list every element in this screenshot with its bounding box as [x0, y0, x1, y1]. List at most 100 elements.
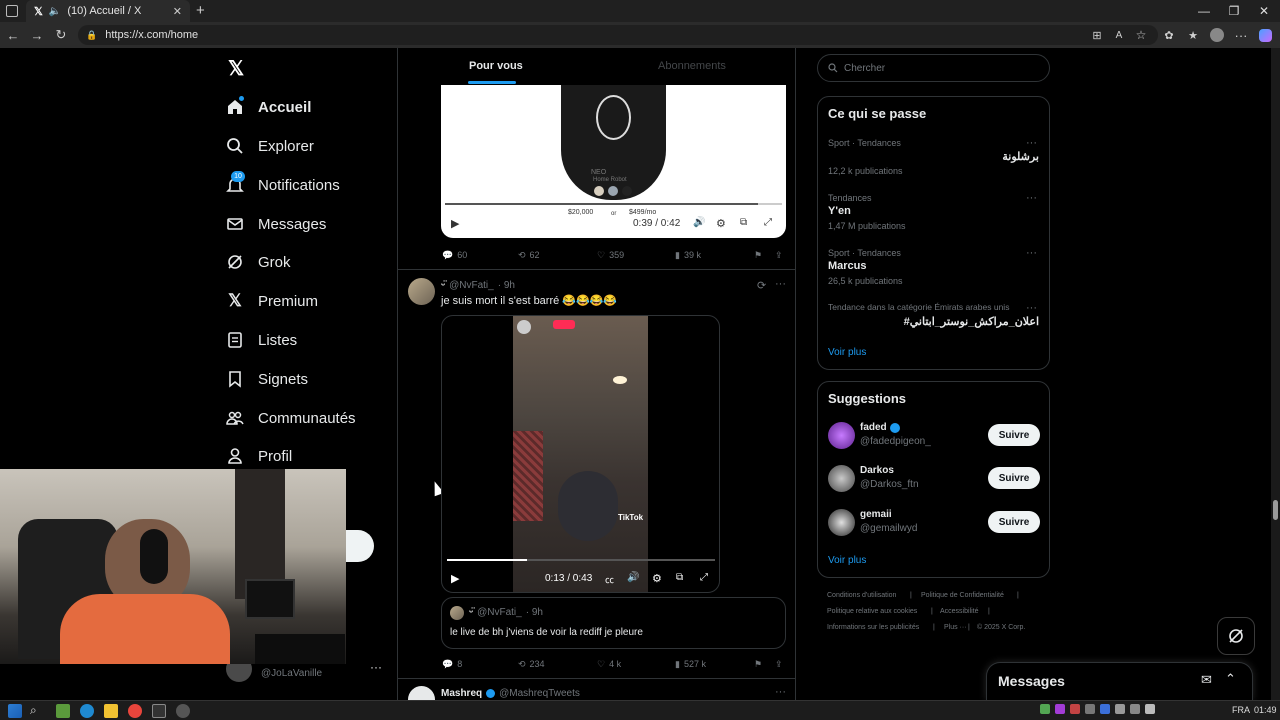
footer-terms-link[interactable]: Conditions d'utilisation [827, 592, 896, 599]
post-more-icon[interactable]: ··· [775, 686, 786, 698]
trends-show-more-link[interactable]: Voir plus [828, 347, 866, 358]
suggestion-avatar[interactable] [828, 465, 855, 492]
page-scrollbar[interactable] [1271, 48, 1280, 700]
grok-post-icon[interactable]: ⟳ [757, 279, 766, 292]
author-name[interactable]: Mashreq [441, 688, 482, 699]
trend-item[interactable]: #اعلان_مراكش_نوستر_ابتاني [904, 315, 1039, 328]
play-icon[interactable]: ▶ [451, 217, 459, 230]
nav-item-premium[interactable]: 𝕏 Premium [226, 288, 318, 314]
refresh-icon[interactable]: ↻ [52, 26, 70, 44]
suggestion-name[interactable]: Darkos [860, 465, 894, 476]
follow-button[interactable]: Suivre [988, 511, 1040, 533]
new-tab-icon[interactable]: + [196, 2, 205, 19]
apps-icon[interactable]: ⊞ [1088, 26, 1106, 44]
footer-privacy-link[interactable]: Politique de Confidentialité [921, 592, 1004, 599]
reply-button[interactable]: 💬 8 [442, 659, 462, 670]
grok-float-button[interactable] [1217, 617, 1255, 655]
search-input[interactable]: Chercher [817, 54, 1050, 82]
post-more-icon[interactable]: ··· [775, 278, 786, 290]
fullscreen-icon[interactable]: ⤢ [700, 572, 708, 583]
close-window-icon[interactable]: ✕ [1248, 0, 1280, 22]
close-tab-icon[interactable]: ✕ [173, 5, 182, 18]
minimize-icon[interactable]: — [1188, 0, 1220, 22]
tab-following[interactable]: Abonnements [658, 60, 726, 72]
post2-avatar[interactable] [408, 278, 435, 305]
bookmark-button[interactable]: ⚑ [754, 250, 762, 261]
more-menu-icon[interactable]: ··· [1232, 26, 1250, 44]
captions-icon[interactable]: ㏄ [605, 573, 614, 586]
widgets-icon[interactable] [56, 704, 70, 718]
follow-button[interactable]: Suivre [988, 467, 1040, 489]
settings-icon[interactable]: ⚙ [716, 217, 726, 230]
nav-item-home[interactable]: Accueil [226, 94, 311, 120]
copilot-icon[interactable] [1256, 26, 1274, 44]
read-aloud-icon[interactable]: A [1110, 26, 1128, 44]
views-button[interactable]: ▮ 39 k [675, 250, 701, 261]
suggestion-avatar[interactable] [828, 422, 855, 449]
account-more-icon[interactable]: ··· [370, 660, 382, 674]
expand-icon[interactable]: ⌃ [1225, 671, 1236, 687]
nav-item-bookmarks[interactable]: Signets [226, 366, 308, 392]
volume-icon[interactable]: 🔊 [627, 572, 639, 583]
start-icon[interactable] [8, 704, 22, 718]
favorite-star-icon[interactable]: ☆ [1132, 26, 1150, 44]
restore-icon[interactable]: ❐ [1218, 0, 1250, 22]
new-message-icon[interactable]: ✉ [1201, 672, 1212, 688]
volume-icon[interactable]: 🔊 [693, 217, 705, 228]
trend-more-icon[interactable]: ··· [1026, 247, 1037, 259]
views-button[interactable]: ▮ 527 k [675, 659, 706, 670]
nav-item-profile[interactable]: Profil [226, 443, 292, 469]
post3-avatar[interactable] [408, 686, 435, 700]
chrome-icon[interactable] [128, 704, 142, 718]
tray-icon[interactable] [1070, 704, 1080, 714]
file-explorer-icon[interactable] [104, 704, 118, 718]
trend-item[interactable]: Y'en [828, 205, 851, 217]
x-logo-icon[interactable]: 𝕏 [226, 57, 246, 80]
forward-icon[interactable]: → [28, 26, 46, 44]
clock[interactable]: 01:49 [1254, 705, 1277, 715]
trend-item[interactable]: برشلونة [1002, 150, 1039, 163]
like-button[interactable]: ♡ 4 k [597, 659, 621, 670]
follow-button[interactable]: Suivre [988, 424, 1040, 446]
scrollbar-thumb[interactable] [1273, 500, 1278, 520]
repost-button[interactable]: ⟲ 234 [518, 659, 545, 670]
nav-item-lists[interactable]: Listes [226, 327, 297, 353]
pip-icon[interactable]: ⧉ [676, 572, 683, 583]
share-button[interactable]: ⇪ [775, 659, 783, 670]
nav-item-messages[interactable]: Messages [226, 211, 326, 237]
profile-avatar-icon[interactable] [1208, 26, 1226, 44]
nav-item-explore[interactable]: Explorer [226, 133, 314, 159]
search-icon[interactable]: ⌕ [30, 703, 37, 718]
extensions-icon[interactable]: ✿ [1160, 26, 1178, 44]
footer-more-link[interactable]: Plus ··· [944, 624, 967, 631]
tab-actions-icon[interactable] [6, 5, 18, 17]
video-progress-track[interactable] [445, 203, 782, 205]
language-indicator[interactable]: FRA [1232, 705, 1250, 715]
suggestion-name[interactable]: faded [860, 422, 887, 433]
back-icon[interactable]: ← [4, 26, 22, 44]
browser-tab[interactable]: 𝕏 🔈 (10) Accueil / X ✕ [26, 0, 190, 22]
tray-icon[interactable] [1085, 704, 1095, 714]
suggestion-avatar[interactable] [828, 509, 855, 536]
reply-button[interactable]: 💬 60 [442, 250, 467, 261]
app-icon[interactable] [176, 704, 190, 718]
messages-drawer[interactable]: Messages ✉ ⌃ [986, 662, 1253, 700]
favorites-icon[interactable]: ★ [1184, 26, 1202, 44]
tab-for-you[interactable]: Pour vous [469, 60, 523, 72]
author-handle[interactable]: @NvFati_ [449, 280, 494, 291]
footer-accessibility-link[interactable]: Accessibilité [940, 608, 979, 615]
like-button[interactable]: ♡ 359 [597, 250, 624, 261]
tray-icon[interactable] [1100, 704, 1110, 714]
tray-icon[interactable] [1115, 704, 1125, 714]
suggestion-name[interactable]: gemaii [860, 509, 892, 520]
post2-video[interactable]: TikTok ▶ 0:13 / 0:43 ㏄ 🔊 ⚙ ⧉ ⤢ [441, 315, 720, 593]
obs-icon[interactable] [152, 704, 166, 718]
pip-icon[interactable]: ⧉ [740, 217, 747, 228]
nav-item-notifications[interactable]: 10 Notifications [226, 171, 340, 198]
trend-more-icon[interactable]: ··· [1026, 302, 1037, 314]
fullscreen-icon[interactable]: ⤢ [764, 217, 772, 228]
suggestions-show-more-link[interactable]: Voir plus [828, 555, 866, 566]
trend-more-icon[interactable]: ··· [1026, 192, 1037, 204]
trend-item[interactable]: Marcus [828, 260, 867, 272]
tray-icon[interactable] [1145, 704, 1155, 714]
